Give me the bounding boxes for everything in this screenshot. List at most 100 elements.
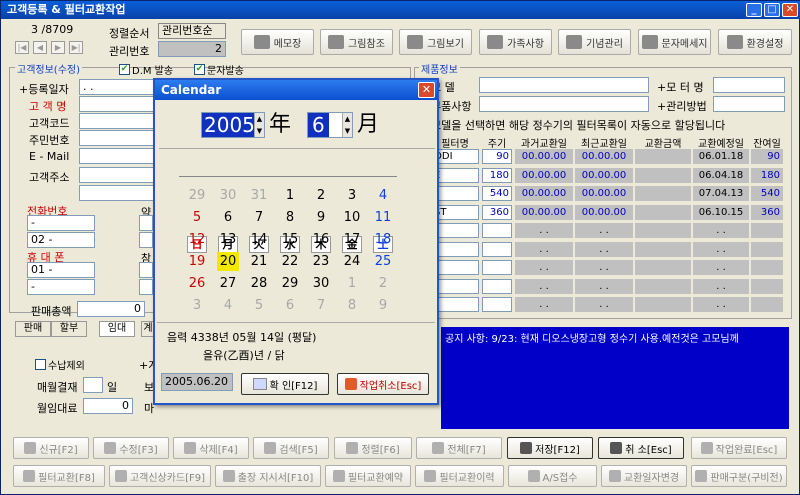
- settings-button[interactable]: 환경설정: [718, 29, 792, 55]
- filter-change-button[interactable]: 필터교환[F8]: [13, 465, 105, 487]
- filter-cell-cycle[interactable]: [482, 297, 512, 312]
- calendar-day[interactable]: 9: [310, 208, 332, 227]
- next-record-button[interactable]: ▶: [51, 41, 65, 54]
- filter-cell-past[interactable]: 00.00.00: [515, 186, 573, 201]
- sort-select[interactable]: 관리번호순: [158, 23, 226, 39]
- calendar-close-button[interactable]: ✕: [418, 82, 435, 98]
- year-spinner[interactable]: ▲ ▼: [254, 113, 264, 137]
- filter-cell-remain[interactable]: 540: [751, 186, 783, 201]
- calendar-day[interactable]: 27: [217, 274, 239, 293]
- phone-field-1[interactable]: -: [27, 215, 95, 231]
- email-field[interactable]: [79, 148, 157, 164]
- close-button[interactable]: ✕: [782, 3, 798, 17]
- filter-cell-cycle[interactable]: 360: [482, 204, 512, 220]
- calendar-day[interactable]: 20: [217, 252, 239, 271]
- right-field-3[interactable]: [139, 262, 153, 278]
- customer-code-field[interactable]: [79, 113, 157, 129]
- month-select[interactable]: 6 ▲ ▼: [307, 112, 353, 138]
- calendar-day[interactable]: 3: [341, 186, 363, 205]
- filter-cell-due[interactable]: . .: [693, 278, 749, 294]
- filter-cell-recent[interactable]: . .: [575, 278, 633, 294]
- filter-cell-amount[interactable]: [635, 204, 691, 220]
- right-field-2[interactable]: [139, 232, 153, 248]
- filter-cell-remain[interactable]: 360: [751, 204, 783, 220]
- calendar-day[interactable]: 17: [341, 230, 363, 249]
- model-field[interactable]: [479, 77, 649, 93]
- customer-card-button[interactable]: 고객신상카드[F9]: [109, 465, 211, 487]
- picture-ref-button[interactable]: 그림참조: [320, 29, 393, 55]
- filter-cell-recent[interactable]: . .: [575, 223, 633, 238]
- last-record-button[interactable]: ▶|: [69, 41, 83, 54]
- filter-cell-remain[interactable]: [751, 223, 783, 238]
- parts-field[interactable]: [479, 96, 649, 112]
- filter-cell-remain[interactable]: [751, 278, 783, 294]
- filter-cell-amount[interactable]: [635, 167, 691, 183]
- calendar-day[interactable]: 23: [310, 252, 332, 271]
- filter-cell-due[interactable]: 06.10.15: [693, 204, 749, 220]
- calendar-day[interactable]: 24: [341, 252, 363, 271]
- motor-field[interactable]: [713, 77, 785, 93]
- mobile-field-2[interactable]: -: [27, 279, 95, 295]
- filter-cell-recent[interactable]: 00.00.00: [575, 204, 633, 220]
- filter-cell-recent[interactable]: . .: [575, 297, 633, 312]
- calendar-day[interactable]: 5: [186, 208, 208, 227]
- filter-cell-recent[interactable]: 00.00.00: [575, 149, 633, 164]
- delete-button[interactable]: 삭제[F4]: [173, 437, 249, 459]
- prev-record-button[interactable]: ◀: [33, 41, 47, 54]
- calendar-day[interactable]: 25: [372, 252, 394, 271]
- anniversary-button[interactable]: 기념관리: [558, 29, 631, 55]
- as-button[interactable]: A/S접수: [508, 465, 597, 487]
- filter-cell-amount[interactable]: [635, 260, 691, 275]
- phone-field-2[interactable]: 02 -: [27, 232, 95, 248]
- filter-cell-remain[interactable]: [751, 260, 783, 275]
- filter-cell-amount[interactable]: [635, 297, 691, 312]
- monthly-day-field[interactable]: [83, 377, 103, 393]
- confirm-button[interactable]: 확 인[F12]: [241, 373, 329, 395]
- cancel-button[interactable]: 취 소[Esc]: [598, 437, 684, 459]
- filter-cell-amount[interactable]: [635, 278, 691, 294]
- filter-cell-cycle[interactable]: [482, 223, 512, 238]
- search-button[interactable]: 검색[F5]: [253, 437, 329, 459]
- filter-cell-due[interactable]: 06.04.18: [693, 167, 749, 183]
- filter-cell-past[interactable]: . .: [515, 223, 573, 238]
- method-field[interactable]: [713, 96, 785, 112]
- filter-cell-recent[interactable]: . .: [575, 241, 633, 257]
- calendar-day[interactable]: 21: [248, 252, 270, 271]
- sms-button[interactable]: 문자메세지: [638, 29, 711, 55]
- dispatch-button[interactable]: 출장 지시서[F10]: [215, 465, 321, 487]
- calendar-day[interactable]: 18: [372, 230, 394, 249]
- filter-cell-cycle[interactable]: [482, 241, 512, 257]
- calendar-day[interactable]: 11: [372, 208, 394, 227]
- picture-view-button[interactable]: 그림보기: [399, 29, 472, 55]
- filter-cell-due[interactable]: 07.04.13: [693, 186, 749, 201]
- filter-cell-remain[interactable]: [751, 297, 783, 312]
- filter-cell-due[interactable]: . .: [693, 241, 749, 257]
- maximize-button[interactable]: □: [764, 3, 780, 17]
- calendar-day[interactable]: 13: [217, 230, 239, 249]
- calendar-day[interactable]: 29: [279, 274, 301, 293]
- address-field-1[interactable]: [79, 167, 157, 183]
- month-spinner[interactable]: ▲ ▼: [342, 113, 352, 137]
- reservation-button[interactable]: 필터교환예약: [325, 465, 411, 487]
- calendar-day[interactable]: 1: [279, 186, 301, 205]
- sales-type-button[interactable]: 판매구분(구비전): [691, 465, 787, 487]
- filter-cell-amount[interactable]: [635, 186, 691, 201]
- calendar-day[interactable]: 26: [186, 274, 208, 293]
- filter-cell-remain[interactable]: [751, 241, 783, 257]
- minimize-button[interactable]: _: [746, 3, 762, 17]
- customer-name-field[interactable]: [79, 96, 157, 112]
- right-field-1[interactable]: [139, 215, 153, 231]
- filter-cell-due[interactable]: . .: [693, 223, 749, 238]
- calendar-day[interactable]: 4: [372, 186, 394, 205]
- sales-total-field[interactable]: 0: [77, 301, 145, 317]
- tab-2[interactable]: 임대: [99, 321, 135, 337]
- cancel-job-button[interactable]: 작업취소[Esc]: [337, 373, 429, 395]
- filter-cell-recent[interactable]: 00.00.00: [575, 167, 633, 183]
- right-field-4[interactable]: [139, 279, 153, 295]
- monthly-rent-field[interactable]: 0: [83, 398, 133, 414]
- calendar-day[interactable]: 2: [310, 186, 332, 205]
- filter-cell-cycle[interactable]: [482, 260, 512, 275]
- filter-cell-cycle[interactable]: [482, 278, 512, 294]
- memo-button[interactable]: 메모장: [241, 29, 314, 55]
- calendar-day[interactable]: 22: [279, 252, 301, 271]
